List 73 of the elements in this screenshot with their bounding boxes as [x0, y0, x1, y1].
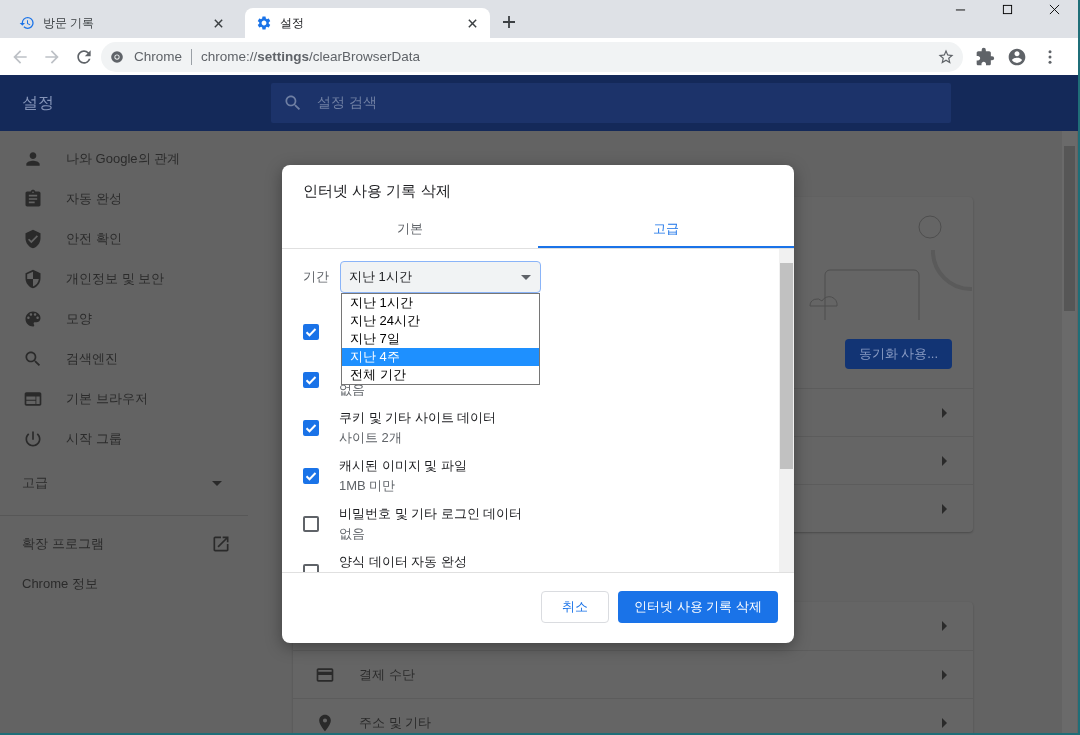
chevron-right-icon[interactable]	[942, 621, 947, 631]
period-label: 기간	[303, 268, 330, 286]
search-field[interactable]: 설정 검색	[271, 83, 951, 123]
site-label: Chrome	[134, 48, 192, 65]
chevron-right-icon[interactable]	[942, 407, 947, 418]
dropdown-option[interactable]: 지난 1시간	[342, 294, 539, 312]
search-icon	[23, 349, 43, 369]
data-size-text: 없음	[339, 382, 365, 397]
sidebar-link[interactable]: Chrome 정보	[0, 564, 248, 604]
sidebar-item[interactable]: 개인정보 및 보안	[0, 259, 282, 299]
history-icon	[19, 15, 35, 31]
dropdown-option[interactable]: 전체 기간	[342, 366, 539, 384]
chevron-right-icon	[942, 669, 947, 680]
url-text: chrome://settings/clearBrowserData	[201, 49, 422, 64]
close-icon[interactable]	[1049, 4, 1060, 15]
shield-check-icon	[23, 229, 43, 249]
row-label: 결제 수단	[359, 665, 415, 684]
dialog-title: 인터넷 사용 기록 삭제	[302, 181, 452, 201]
chevron-right-icon[interactable]	[942, 455, 947, 466]
sidebar-item[interactable]: 시작 그룹	[0, 419, 282, 459]
page-title: 설정	[21, 92, 55, 113]
data-type-label: 양식 데이터 자동 완성	[339, 554, 467, 569]
sidebar-item[interactable]: 기본 브라우저	[0, 379, 282, 419]
chevron-right-icon[interactable]	[942, 503, 947, 514]
maximize-icon[interactable]	[1002, 4, 1013, 15]
settings-row[interactable]: 결제 수단	[293, 650, 973, 698]
browser-tab[interactable]: 설정	[245, 8, 490, 38]
sidebar-item[interactable]: 모양	[0, 299, 282, 339]
sidebar-link[interactable]: 확장 프로그램	[0, 524, 248, 564]
power-icon	[23, 429, 43, 449]
caret-icon	[212, 480, 222, 486]
scrollbar[interactable]	[779, 249, 794, 572]
dialog-tab[interactable]: 기본	[282, 212, 538, 248]
settings-icon	[256, 15, 272, 31]
period-dropdown[interactable]: 지난 1시간	[340, 261, 541, 293]
puzzle-icon[interactable]	[975, 46, 995, 67]
sidebar-item[interactable]: 검색엔진	[0, 339, 282, 379]
checkbox[interactable]	[303, 420, 319, 436]
checkbox[interactable]	[303, 372, 319, 388]
avatar-icon[interactable]	[1007, 46, 1027, 67]
address-bar[interactable]: Chrome chrome://settings/clearBrowserData	[101, 41, 963, 72]
page-scrollbar[interactable]	[1062, 131, 1077, 733]
close-icon[interactable]	[467, 17, 478, 29]
row-label: 주소 및 기타	[359, 713, 432, 732]
data-type-label: 캐시된 이미지 및 파일	[339, 458, 467, 473]
browser-tab[interactable]: 방문 기록	[8, 8, 236, 38]
checkbox[interactable]	[303, 468, 319, 484]
shield-icon	[23, 269, 43, 289]
clear-data-button[interactable]: 인터넷 사용 기록 삭제	[618, 591, 778, 623]
new-tab-icon[interactable]	[502, 15, 516, 29]
dropdown-option[interactable]: 지난 4주	[342, 348, 539, 366]
browser-window-icon	[23, 389, 43, 409]
data-type-label: 비밀번호 및 기타 로그인 데이터	[339, 506, 523, 521]
dialog-tab[interactable]: 고급	[538, 212, 794, 248]
data-size-text: 1MB 미만	[339, 478, 396, 493]
browser-logo-icon	[110, 49, 124, 64]
clipboard-icon	[23, 189, 43, 209]
data-size-text: 없음	[339, 526, 365, 541]
enable-sync-button[interactable]: 동기화 사용...	[844, 339, 952, 369]
settings-row[interactable]: 주소 및 기타	[293, 698, 973, 733]
dropdown-option[interactable]: 지난 24시간	[342, 312, 539, 330]
close-icon[interactable]	[213, 17, 224, 29]
search-icon	[283, 93, 303, 113]
chevron-right-icon	[942, 717, 947, 728]
checkbox[interactable]	[303, 324, 319, 340]
palette-icon	[23, 309, 43, 329]
external-link-icon	[211, 534, 231, 554]
caret-icon	[521, 274, 531, 280]
data-type-label: 쿠키 및 기타 사이트 데이터	[339, 410, 497, 425]
checkbox[interactable]	[303, 516, 319, 532]
dropdown-option[interactable]: 지난 7일	[342, 330, 539, 348]
data-size-text: 사이트 2개	[339, 430, 402, 445]
cancel-button[interactable]: 취소	[541, 591, 610, 623]
